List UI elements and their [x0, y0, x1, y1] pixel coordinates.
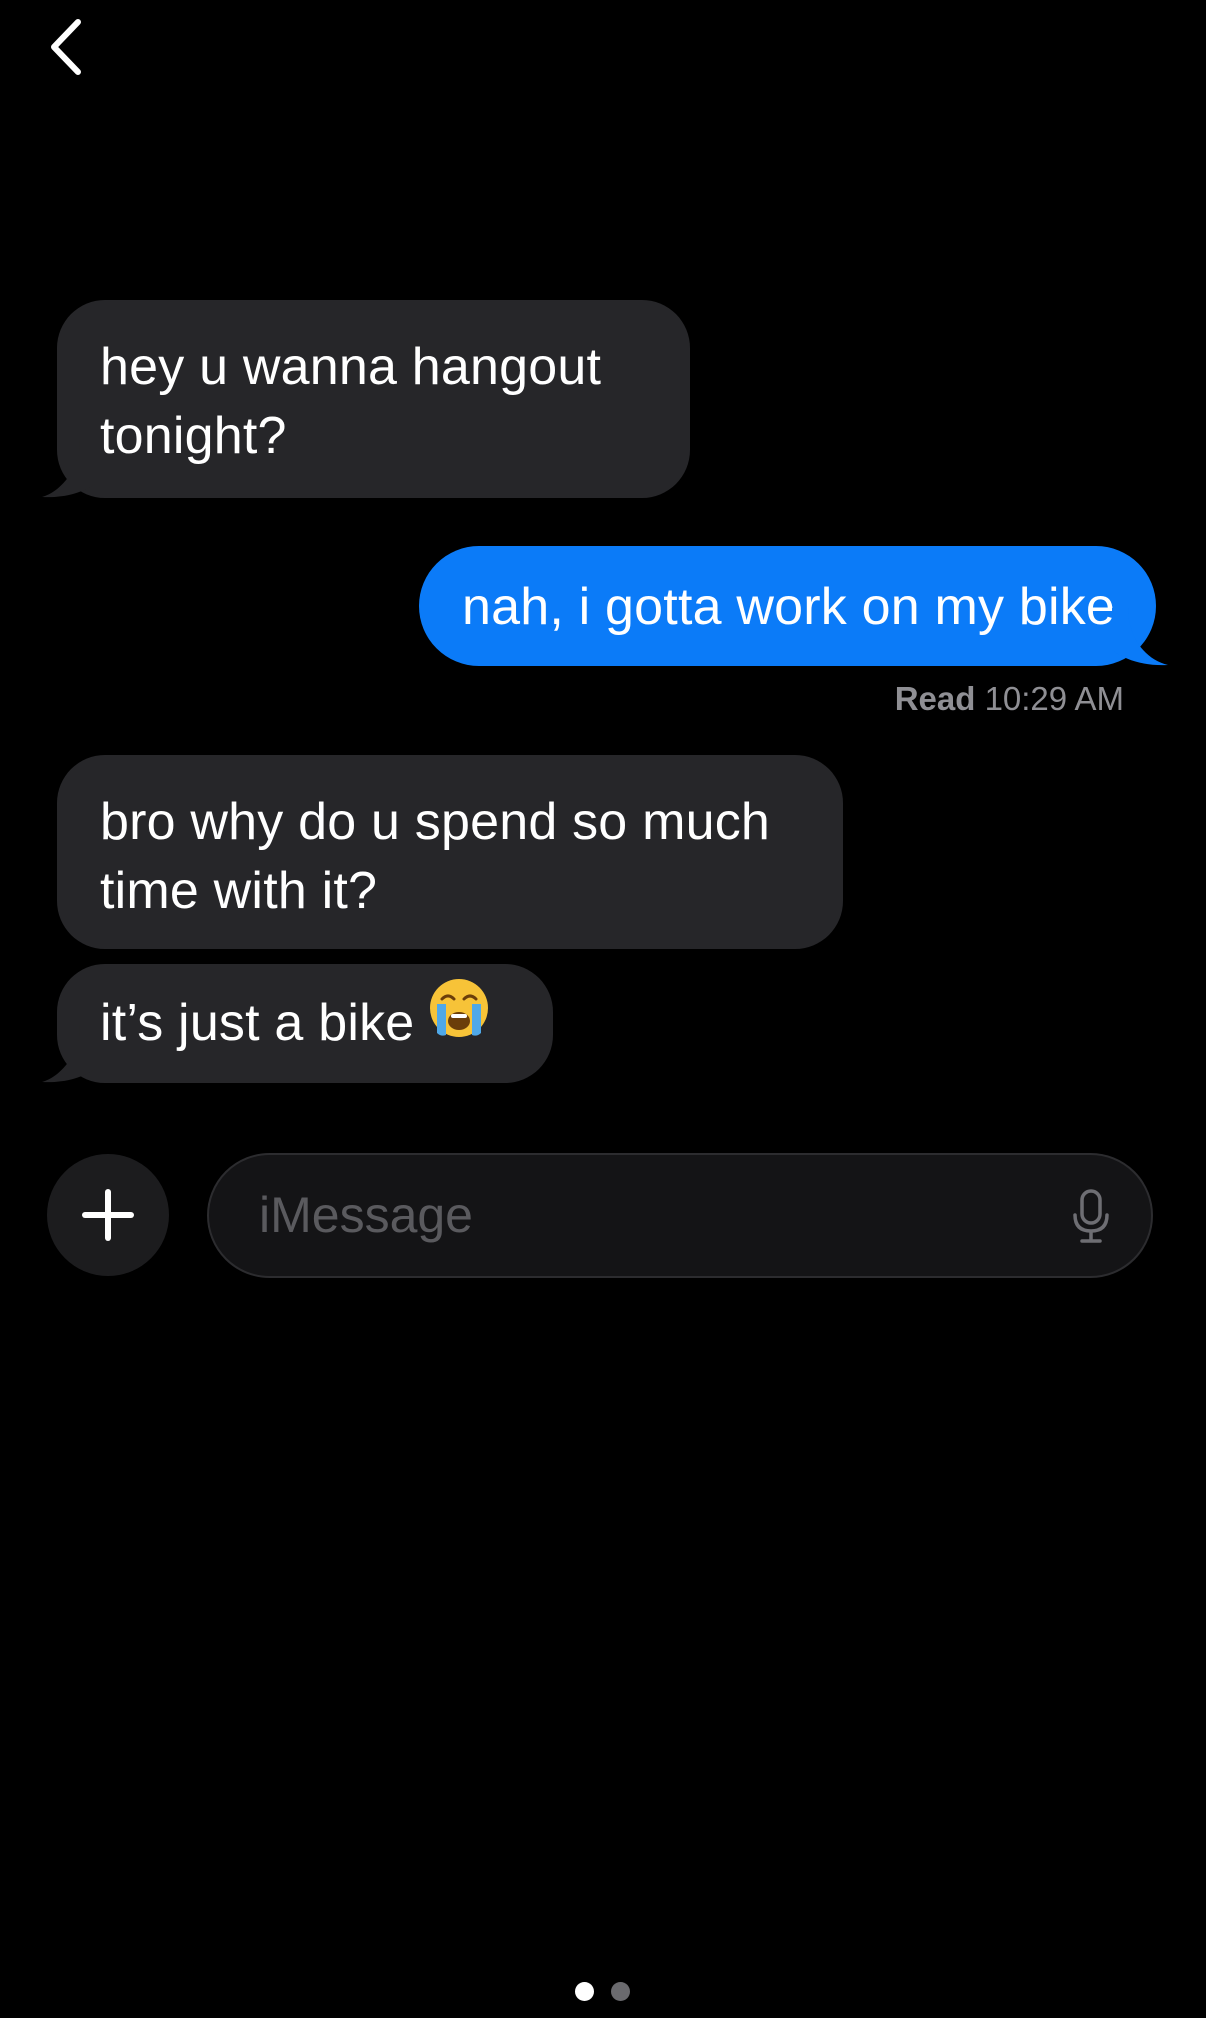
message-text-line: tonight? — [100, 407, 287, 465]
page-dot-active[interactable] — [575, 1982, 594, 2001]
message-text: nah, i gotta work on my bike — [462, 578, 1116, 636]
read-label: Read — [894, 680, 976, 717]
message-text-line: bro why do u spend so much — [100, 793, 771, 851]
outgoing-message-bubble[interactable]: nah, i gotta work on my bike — [419, 546, 1156, 666]
back-button[interactable] — [40, 14, 100, 78]
incoming-message-bubble[interactable]: hey u wanna hangout tonight? — [57, 300, 690, 498]
read-time: 10:29 AM — [984, 680, 1124, 717]
chevron-left-icon — [51, 19, 81, 75]
add-attachment-button[interactable] — [47, 1154, 169, 1276]
bubble-tail — [42, 440, 98, 498]
message-input-placeholder: iMessage — [259, 1187, 473, 1243]
microphone-icon[interactable] — [1071, 1189, 1111, 1245]
page-indicator[interactable] — [575, 1982, 635, 2002]
incoming-message-bubble[interactable]: bro why do u spend so much time with it? — [57, 755, 843, 949]
bubble-tail — [42, 1025, 98, 1083]
read-receipt: Read 10:29 AM — [895, 680, 1124, 718]
page-dot[interactable] — [611, 1982, 630, 2001]
plus-icon — [82, 1189, 134, 1241]
message-text: it’s just a bike — [100, 994, 415, 1052]
bubble-tail — [1112, 608, 1168, 666]
message-input[interactable]: iMessage — [207, 1153, 1153, 1278]
message-text-line: time with it? — [100, 862, 378, 920]
loudly-crying-face-icon — [428, 963, 490, 1082]
message-text-line: hey u wanna hangout — [100, 338, 602, 396]
incoming-message-bubble[interactable]: it’s just a bike — [57, 964, 553, 1083]
